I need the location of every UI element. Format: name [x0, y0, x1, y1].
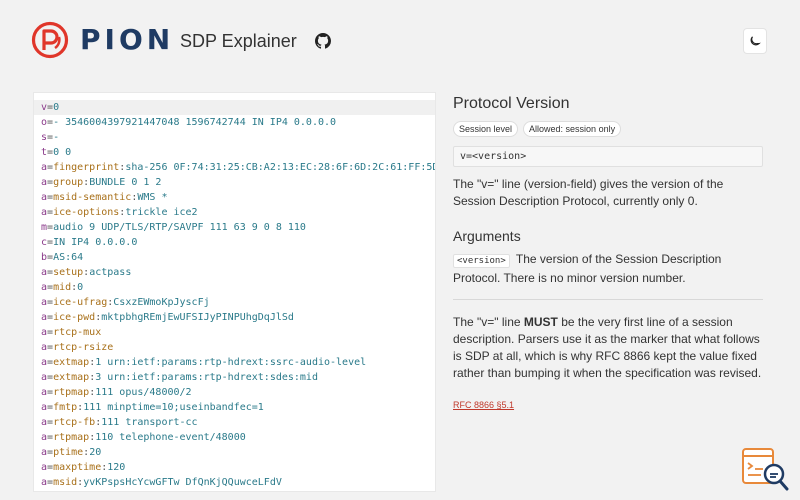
badge-row: Session level Allowed: session only — [453, 121, 763, 137]
sdp-line-value: trickle ice2 — [125, 207, 198, 218]
sdp-line[interactable]: o=- 3546004397921447048 1596742744 IN IP… — [34, 115, 435, 130]
sdp-line-attribute: rtcp-fb — [53, 417, 96, 428]
detail-panel: Protocol Version Session level Allowed: … — [453, 93, 763, 413]
sdp-line[interactable]: a=mid:0 — [34, 280, 435, 295]
sdp-line-value: actpass — [89, 267, 132, 278]
pion-logo-icon[interactable] — [31, 21, 69, 59]
sdp-line-attribute: maxptime — [53, 462, 102, 473]
sdp-line[interactable]: a=ice-ufrag:CsxzEWmoKpJyscFj — [34, 295, 435, 310]
sdp-line[interactable]: c=IN IP4 0.0.0.0 — [34, 235, 435, 250]
sdp-line[interactable]: s=- — [34, 130, 435, 145]
sdp-line-attribute: mid — [53, 282, 72, 293]
sdp-line[interactable]: t=0 0 — [34, 145, 435, 160]
argument-item: <version> The version of the Session Des… — [453, 251, 763, 287]
moon-icon — [750, 36, 761, 46]
search-code-icon[interactable] — [741, 446, 789, 492]
sdp-line-attribute: setup — [53, 267, 84, 278]
sdp-line-value: 1 urn:ietf:params:rtp-hdrext:ssrc-audio-… — [95, 357, 367, 368]
sdp-line-attribute: ice-options — [53, 207, 120, 218]
sdp-line-value: 0 — [77, 282, 84, 293]
sdp-line-value: 3 urn:ietf:params:rtp-hdrext:sdes:mid — [95, 372, 318, 383]
sdp-line-value: 111 minptime=10;useinbandfec=1 — [83, 402, 264, 413]
note-text-before: The "v=" line — [453, 315, 524, 329]
sdp-line[interactable]: a=rtcp-fb:111 transport-cc — [34, 415, 435, 430]
sdp-line-value: 0 0 — [53, 147, 72, 158]
sdp-line-attribute: rtcp-rsize — [53, 342, 114, 353]
sdp-line-attribute: rtcp-mux — [53, 327, 102, 338]
sdp-line-value: mktpbhgREmjEwUFSIJyPINPUhgDqJlSd — [101, 312, 294, 323]
sdp-line-attribute: ptime — [53, 447, 84, 458]
rfc-reference-link[interactable]: RFC 8866 §5.1 — [453, 400, 514, 410]
sdp-editor[interactable]: v=0 o=- 3546004397921447048 1596742744 IN… — [33, 92, 436, 492]
sdp-line[interactable]: a=group:BUNDLE 0 1 2 — [34, 175, 435, 190]
sdp-line[interactable]: a=rtcp-rsize — [34, 340, 435, 355]
sdp-line-value: 111 opus/48000/2 — [95, 387, 192, 398]
sdp-line-attribute: group — [53, 177, 84, 188]
sdp-line[interactable]: a=rtpmap:111 opus/48000/2 — [34, 385, 435, 400]
sdp-line[interactable]: a=rtpmap:110 telephone-event/48000 — [34, 430, 435, 445]
field-title: Protocol Version — [453, 95, 570, 112]
brand-name[interactable]: PION — [80, 24, 174, 56]
sdp-line[interactable]: a=fmtp:111 minptime=10;useinbandfec=1 — [34, 400, 435, 415]
sdp-line[interactable]: a=msid-semantic:WMS * — [34, 190, 435, 205]
sdp-line-value: AS:64 — [53, 252, 84, 263]
sdp-line-value: sha-256 0F:74:31:25:CB:A2:13:EC:28:6F:6D… — [125, 162, 436, 173]
field-description: The "v=" line (version-field) gives the … — [453, 177, 724, 208]
sdp-line[interactable]: b=AS:64 — [34, 250, 435, 265]
sdp-line-value: audio 9 UDP/TLS/RTP/SAVPF 111 63 9 0 8 1… — [53, 222, 306, 233]
sdp-line[interactable]: a=msid:yvKPspsHcYcwGFTw DfQnKjQQuwceLFdV — [34, 475, 435, 490]
sdp-line-value: CsxzEWmoKpJyscFj — [113, 297, 210, 308]
sdp-line[interactable]: a=setup:actpass — [34, 265, 435, 280]
sdp-line-value: IN IP4 0.0.0.0 — [53, 237, 138, 248]
sdp-line-value: 110 telephone-event/48000 — [95, 432, 246, 443]
level-badge: Session level — [453, 121, 519, 137]
sdp-line-attribute: ice-pwd — [53, 312, 96, 323]
sdp-line-attribute: fingerprint — [53, 162, 120, 173]
sdp-line[interactable]: a=maxptime:120 — [34, 460, 435, 475]
note-emphasis: MUST — [523, 315, 558, 329]
sdp-line-attribute: ice-ufrag — [53, 297, 108, 308]
sdp-line-value: 111 transport-cc — [101, 417, 198, 428]
argument-name: <version> — [453, 254, 510, 268]
sdp-line-value: BUNDLE 0 1 2 — [89, 177, 162, 188]
divider — [453, 299, 763, 300]
sdp-line-value: 120 — [107, 462, 126, 473]
app-title: SDP Explainer — [180, 31, 297, 51]
sdp-line-value: yvKPspsHcYcwGFTw DfQnKjQQuwceLFdV — [83, 477, 282, 488]
syntax-box: v=<version> — [453, 146, 763, 167]
github-icon[interactable] — [315, 33, 331, 49]
usage-note: The "v=" line MUST be the very first lin… — [453, 314, 763, 382]
sdp-line[interactable]: m=audio 9 UDP/TLS/RTP/SAVPF 111 63 9 0 8… — [34, 220, 435, 235]
sdp-line[interactable]: a=ptime:20 — [34, 445, 435, 460]
theme-toggle-button[interactable] — [743, 28, 767, 54]
sdp-line[interactable]: a=rtcp-mux — [34, 325, 435, 340]
arguments-heading: Arguments — [453, 228, 521, 244]
sdp-line-value: 20 — [89, 447, 102, 458]
sdp-line-value: 0 — [53, 102, 60, 113]
sdp-line[interactable]: a=extmap:1 urn:ietf:params:rtp-hdrext:ss… — [34, 355, 435, 370]
allowed-badge: Allowed: session only — [523, 121, 622, 137]
sdp-line-attribute: rtpmap — [53, 387, 90, 398]
sdp-line-value: - — [53, 132, 60, 143]
sdp-line-value: WMS * — [137, 192, 168, 203]
sdp-line-attribute: rtpmap — [53, 432, 90, 443]
sdp-line-attribute: msid-semantic — [53, 192, 132, 203]
app-header: PION SDP Explainer — [0, 0, 800, 84]
sdp-line[interactable]: a=ice-options:trickle ice2 — [34, 205, 435, 220]
sdp-line[interactable]: a=ice-pwd:mktpbhgREmjEwUFSIJyPINPUhgDqJl… — [34, 310, 435, 325]
sdp-line[interactable]: a=fingerprint:sha-256 0F:74:31:25:CB:A2:… — [34, 160, 435, 175]
sdp-line[interactable]: v=0 — [34, 100, 435, 115]
sdp-line[interactable]: a=extmap:3 urn:ietf:params:rtp-hdrext:sd… — [34, 370, 435, 385]
sdp-line-attribute: msid — [53, 477, 78, 488]
sdp-line-attribute: extmap — [53, 372, 90, 383]
sdp-line-attribute: extmap — [53, 357, 90, 368]
sdp-line-attribute: fmtp — [53, 402, 78, 413]
sdp-line-value: - 3546004397921447048 1596742744 IN IP4 … — [53, 117, 337, 128]
